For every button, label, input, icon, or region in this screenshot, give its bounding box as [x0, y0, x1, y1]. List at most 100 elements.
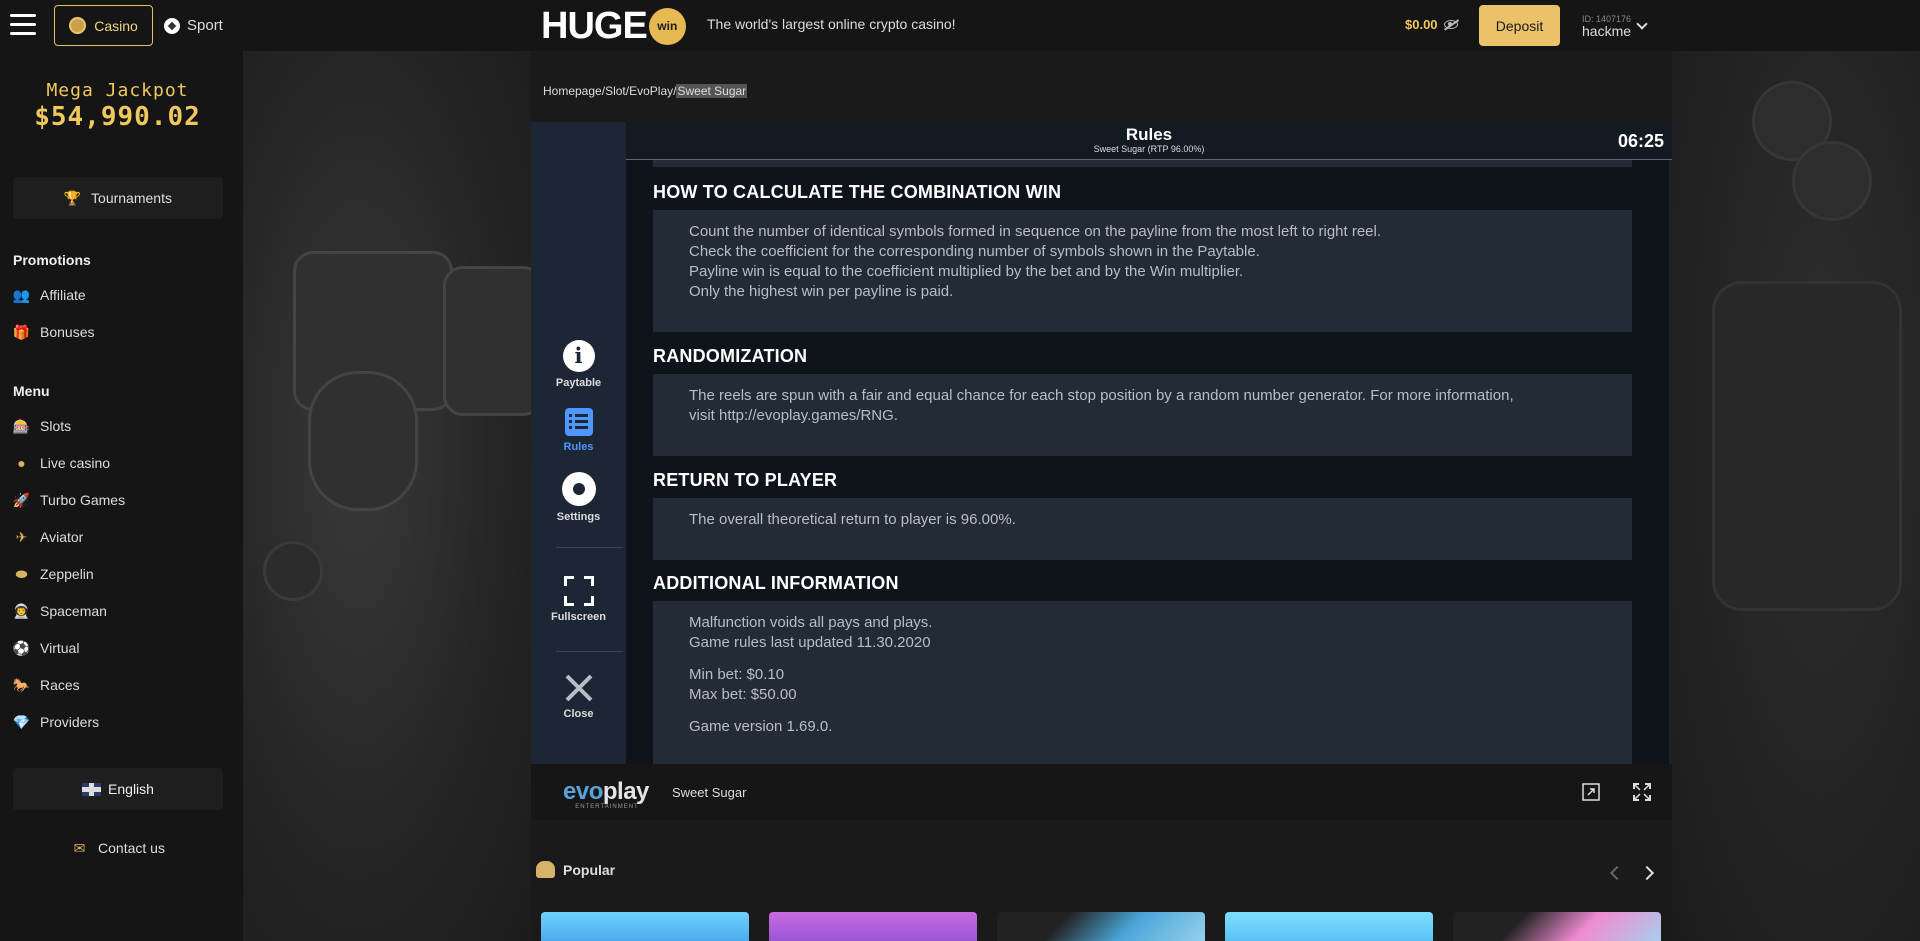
- background-decor-right: [1672, 51, 1920, 941]
- balance-amount: $0.00: [1405, 17, 1438, 32]
- slot-machine-icon: 🎰: [12, 417, 31, 434]
- evoplay-logo: evoplay: [563, 778, 649, 805]
- uk-flag-icon: [82, 782, 102, 796]
- sidebar-item-label: Turbo Games: [40, 492, 126, 508]
- fullscreen-icon[interactable]: [1632, 782, 1652, 802]
- tournaments-button[interactable]: 🏆 Tournaments: [13, 177, 223, 219]
- sidebar-item-providers[interactable]: 💎 Providers: [13, 710, 99, 734]
- sidebar-item-label: Virtual: [40, 640, 80, 656]
- sidebar-item-turbo-games[interactable]: 🚀 Turbo Games: [13, 488, 125, 512]
- expand-icon[interactable]: [1581, 782, 1601, 802]
- nav-label: Fullscreen: [550, 611, 607, 623]
- paytable-button[interactable]: i Paytable: [531, 340, 626, 389]
- breadcrumb-homepage[interactable]: Homepage: [543, 84, 602, 98]
- fullscreen-button[interactable]: Fullscreen: [531, 576, 626, 623]
- sidebar-item-live-casino[interactable]: ● Live casino: [13, 451, 110, 475]
- nav-divider: [556, 547, 623, 548]
- sidebar-item-virtual[interactable]: ⚽ Virtual: [12, 636, 80, 660]
- sidebar-item-label: Providers: [40, 714, 100, 730]
- sidebar-item-affiliate[interactable]: 👥 Affiliate: [13, 283, 86, 307]
- user-menu[interactable]: ID: 1407176 hackme: [1582, 14, 1631, 39]
- casino-tab[interactable]: Casino: [54, 5, 153, 46]
- sidebar-item-label: Zeppelin: [40, 566, 94, 582]
- slot-machine-decoration: [308, 371, 418, 511]
- plane-icon: ✈: [15, 528, 28, 545]
- sidebar: Mega Jackpot $54,990.02 🏆 Tournaments Pr…: [0, 51, 243, 941]
- section-title: HOW TO CALCULATE THE COMBINATION WIN: [653, 182, 1062, 202]
- tournaments-label: Tournaments: [91, 190, 172, 206]
- rule-line: visit http://evoplay.games/RNG.: [689, 407, 898, 424]
- game-frame[interactable]: i Paytable Rules Settings Fullscreen Clo…: [531, 122, 1672, 764]
- wallet-balance[interactable]: $0.00: [1405, 17, 1458, 32]
- sidebar-item-slots[interactable]: 🎰 Slots: [13, 414, 71, 438]
- jackpot-title: Mega Jackpot: [46, 80, 189, 101]
- game-tile[interactable]: [541, 912, 749, 941]
- rules-header-bar: Rules Sweet Sugar (RTP 96.00%) 06:25: [626, 122, 1672, 160]
- rules-content[interactable]: HOW TO CALCULATE THE COMBINATION WIN Cou…: [626, 160, 1672, 764]
- rule-line: Min bet: $0.10: [689, 666, 785, 683]
- fruit-decoration: [263, 541, 323, 601]
- zeppelin-icon: ⬬: [15, 565, 28, 582]
- close-button[interactable]: Close: [531, 673, 626, 720]
- trophy-icon: 🏆: [63, 189, 82, 206]
- ball-icon: ⚽: [12, 639, 31, 656]
- deposit-button[interactable]: Deposit: [1479, 5, 1560, 46]
- rule-line: Max bet: $50.00: [689, 686, 797, 703]
- rule-line: The overall theoretical return to player…: [689, 511, 1016, 528]
- sport-tab[interactable]: Sport: [164, 5, 223, 46]
- rules-button[interactable]: Rules: [531, 408, 626, 453]
- sidebar-item-zeppelin[interactable]: ⬬ Zeppelin: [13, 562, 94, 586]
- section-title: RANDOMIZATION: [653, 346, 808, 366]
- rules-box-prev: [653, 160, 1632, 167]
- breadcrumb-evoplay[interactable]: EvoPlay: [629, 84, 673, 98]
- nav-label: Rules: [563, 441, 594, 453]
- site-tagline: The world's largest online crypto casino…: [707, 16, 956, 32]
- game-footer-bar: evoplay ENTERTAINMENT Sweet Sugar: [531, 764, 1672, 820]
- section-box: The overall theoretical return to player…: [653, 498, 1632, 560]
- diamond-icon: 💎: [12, 713, 31, 730]
- spaceman-icon: 👨‍🚀: [12, 602, 31, 619]
- contact-us-button[interactable]: ✉ Contact us: [13, 828, 223, 868]
- menu-heading: Menu: [13, 383, 50, 399]
- sport-tab-label: Sport: [187, 17, 223, 34]
- sidebar-item-label: Bonuses: [40, 324, 95, 340]
- sidebar-item-bonuses[interactable]: 🎁 Bonuses: [12, 320, 95, 344]
- background-slot-machines: [243, 51, 543, 941]
- rule-line: Game rules last updated 11.30.2020: [689, 634, 931, 651]
- main-content: Homepage / Slot / EvoPlay / Sweet Sugar i P…: [531, 64, 1672, 941]
- game-side-menu: i Paytable Rules Settings Fullscreen Clo…: [531, 122, 626, 764]
- rules-scrollbar[interactable]: [1669, 160, 1672, 764]
- sidebar-item-label: Live casino: [40, 455, 111, 471]
- mail-icon: ✉: [73, 839, 86, 856]
- sidebar-item-aviator[interactable]: ✈ Aviator: [13, 525, 84, 549]
- game-tile[interactable]: [997, 912, 1205, 941]
- casino-chip-icon: [69, 17, 87, 34]
- language-label: English: [108, 781, 154, 797]
- breadcrumb-current: Sweet Sugar: [676, 84, 748, 98]
- carousel-next-icon[interactable]: [1639, 865, 1655, 881]
- section-box: Malfunction voids all pays and plays. Ga…: [653, 601, 1632, 764]
- chevron-down-icon[interactable]: [1636, 18, 1648, 30]
- chip-icon: ●: [17, 455, 26, 471]
- settings-button[interactable]: Settings: [531, 472, 626, 523]
- popular-heading: Popular: [536, 861, 615, 878]
- language-selector[interactable]: English: [13, 768, 223, 810]
- menu-burger-icon[interactable]: [10, 14, 36, 36]
- gift-icon: 🎁: [12, 323, 31, 340]
- hide-balance-icon[interactable]: [1443, 20, 1458, 29]
- slot-machine-decoration: [1712, 281, 1902, 611]
- site-logo[interactable]: HUGE win: [541, 5, 686, 47]
- game-tile[interactable]: [769, 912, 977, 941]
- horse-icon: 🐎: [12, 676, 31, 693]
- breadcrumb-slot[interactable]: Slot: [605, 84, 626, 98]
- game-tile[interactable]: [1453, 912, 1661, 941]
- fullscreen-icon: [563, 576, 594, 606]
- rule-line: Payline win is equal to the coefficient …: [689, 263, 1244, 280]
- rule-spacer: [689, 653, 1596, 665]
- game-tile[interactable]: [1225, 912, 1433, 941]
- sidebar-item-spaceman[interactable]: 👨‍🚀 Spaceman: [13, 599, 107, 623]
- sidebar-item-races[interactable]: 🐎 Races: [13, 673, 80, 697]
- contact-label: Contact us: [98, 840, 165, 856]
- game-clock: 06:25: [1617, 131, 1664, 151]
- carousel-prev-icon[interactable]: [1609, 865, 1625, 881]
